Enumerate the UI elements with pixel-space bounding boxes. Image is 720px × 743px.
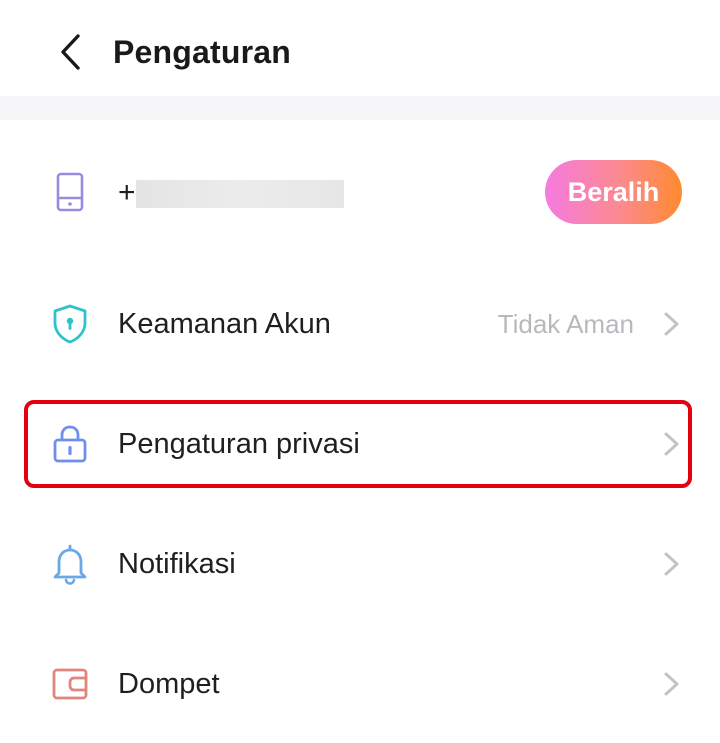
chevron-right-icon bbox=[660, 664, 684, 704]
wallet-icon bbox=[48, 662, 92, 706]
back-button[interactable] bbox=[48, 28, 96, 76]
masked-phone-number bbox=[136, 180, 344, 208]
switch-account-button[interactable]: Beralih bbox=[545, 160, 682, 224]
section-divider bbox=[0, 96, 720, 120]
settings-item-label: Keamanan Akun bbox=[118, 308, 331, 340]
chevron-right-icon bbox=[660, 424, 684, 464]
settings-item-account-security[interactable]: Keamanan Akun Tidak Aman bbox=[0, 264, 720, 384]
settings-page: Pengaturan + Beralih Keamanan Akun Tidak… bbox=[0, 0, 720, 743]
chevron-left-icon bbox=[48, 28, 96, 76]
settings-item-label: Notifikasi bbox=[118, 548, 236, 580]
settings-item-label: Dompet bbox=[118, 668, 220, 700]
phone-device-icon bbox=[48, 170, 92, 214]
settings-item-notifications[interactable]: Notifikasi bbox=[0, 504, 720, 624]
settings-item-wallet[interactable]: Dompet bbox=[0, 624, 720, 743]
top-bar: Pengaturan bbox=[0, 0, 720, 96]
chevron-right-icon bbox=[660, 304, 684, 344]
settings-item-privacy[interactable]: Pengaturan privasi bbox=[0, 384, 720, 504]
security-status: Tidak Aman bbox=[497, 309, 634, 339]
account-phone-number: + bbox=[118, 176, 136, 209]
settings-item-label: Pengaturan privasi bbox=[118, 428, 360, 460]
shield-icon bbox=[48, 302, 92, 346]
lock-icon bbox=[48, 422, 92, 466]
chevron-right-icon bbox=[660, 544, 684, 584]
page-title: Pengaturan bbox=[113, 34, 292, 70]
bell-icon bbox=[48, 542, 92, 586]
